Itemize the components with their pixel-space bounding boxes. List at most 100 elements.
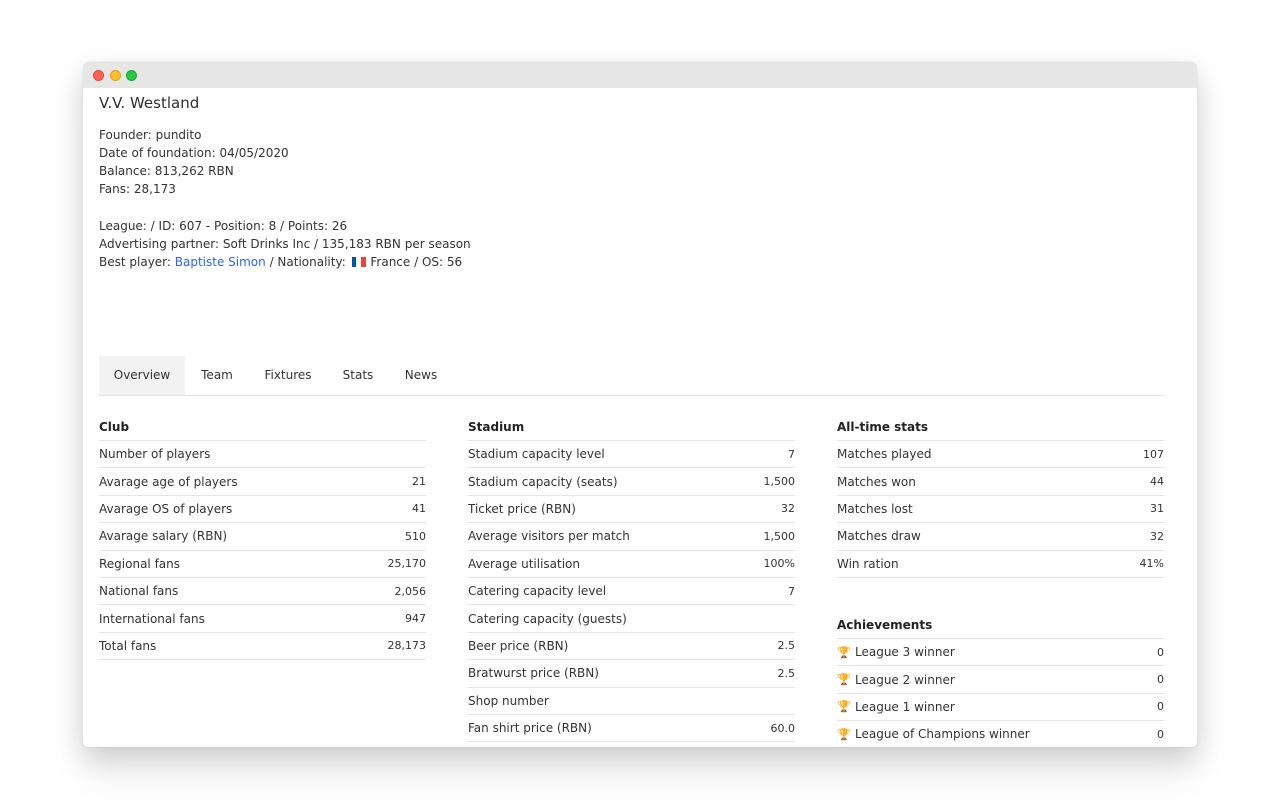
row-value: 41% (1139, 557, 1164, 571)
table-row: Total fans 28,173 (99, 633, 427, 661)
table-row: Matches lost 31 (837, 496, 1164, 524)
row-value: 0 (1157, 645, 1164, 659)
row-label: Matches played (837, 447, 931, 461)
trophy-copper-icon: 🏆 (837, 673, 851, 687)
row-value: 1,500 (763, 529, 796, 543)
row-label-text: National fans (99, 584, 179, 599)
row-label: Average utilisation (468, 557, 580, 571)
table-row: 🏆 League of Champions winner 0 (837, 721, 1164, 747)
founder-text: Founder: pundito (99, 128, 202, 142)
row-value: 60.0 (770, 721, 796, 735)
balance-text: Balance: 813,262 RBN (99, 164, 234, 178)
table-row: International fans 947 (99, 605, 426, 633)
best-player-line: Best player: Baptiste Simon / Nationalit… (99, 253, 462, 271)
row-value: 2,056 (394, 584, 427, 598)
row-value: 32 (1150, 529, 1164, 543)
table-row: Beer price (RBN) 2.5 (468, 633, 795, 661)
row-value: 107 (1143, 447, 1164, 461)
france-flag-icon (351, 257, 366, 267)
tab-team[interactable]: Team (185, 356, 249, 395)
row-label-text: Catering capacity (guests) (468, 611, 627, 626)
tab-stats[interactable]: Stats (327, 356, 389, 395)
row-label: Fan shirt price (RBN) (468, 721, 592, 735)
row-label: Avarage salary (RBN) (99, 529, 227, 543)
row-label-text: Matches lost (837, 501, 913, 516)
row-label: Matches lost (837, 502, 913, 516)
row-label: Win ration (837, 557, 899, 571)
table-row: Fan shirt price (RBN) 60.0 (468, 715, 796, 743)
row-label: International fans (99, 612, 205, 626)
stadium-table-title: Stadium (468, 408, 795, 441)
foundation-date-text: Date of foundation: 04/05/2020 (99, 146, 289, 160)
club-table-title: Club (99, 408, 426, 441)
nationality-os-text: France / OS: 56 (366, 255, 463, 269)
table-row: Avarage age of players 21 (99, 468, 426, 496)
table-row: Ticket price (RBN) 32 (468, 496, 795, 524)
table-row: Matches played 107 (837, 441, 1164, 469)
table-row: Stadium capacity (seats) 1,500 (468, 468, 795, 496)
table-row: 🏆 League 3 winner 0 (837, 639, 1164, 667)
table-row: Average visitors per match 1,500 (468, 523, 796, 551)
row-value: 44 (1150, 475, 1164, 489)
row-value: 0 (1157, 673, 1164, 687)
row-label-text: League of Champions winner (855, 727, 1030, 742)
row-label: 🏆 League of Champions winner (837, 727, 1030, 741)
row-label: Number of players (99, 447, 210, 461)
tab-fixtures[interactable]: Fixtures (249, 356, 327, 395)
row-label-text: Stadium capacity level (468, 447, 605, 462)
row-label-text: Ticket price (RBN) (468, 501, 576, 516)
nationality-label: / Nationality: (265, 255, 350, 269)
best-player-label: Best player: (99, 255, 175, 269)
row-label: Beer price (RBN) (468, 639, 568, 653)
table-row: Win ration 41% (837, 551, 1164, 578)
row-label-text: Matches played (837, 447, 932, 462)
row-value: 28,173 (387, 639, 427, 653)
table-row: Regional fans 25,170 (99, 551, 426, 578)
row-label: Average visitors per match (468, 529, 630, 543)
row-label: Stadium capacity level (468, 447, 605, 461)
row-label-text: Total fans (99, 638, 157, 653)
row-label-text: Shop number (468, 693, 549, 708)
row-label-text: Win ration (837, 556, 899, 571)
close-window-button[interactable] (93, 70, 104, 81)
alltime-stats-table: All-time stats Matches played 107 Matches … (837, 408, 1164, 578)
table-row: Avarage salary (RBN) 510 (99, 523, 426, 551)
trophy-silver-icon: 🏆 (837, 700, 851, 714)
row-value: 31 (1150, 502, 1164, 516)
achievements-table-title: Achievements (837, 606, 1164, 639)
row-value: 0 (1157, 700, 1164, 714)
row-value: 32 (781, 502, 795, 516)
row-value: 21 (412, 475, 426, 489)
row-label: National fans (99, 584, 178, 598)
table-row: Average utilisation 100% (468, 551, 795, 578)
table-row: Number of players (99, 441, 426, 469)
best-player-link[interactable]: Baptiste Simon (175, 255, 266, 269)
row-label-text: Matches won (837, 474, 916, 489)
tab-bar: Overview Team Fixtures Stats News (99, 356, 1164, 396)
row-label: Catering capacity level (468, 584, 606, 598)
table-row: Avarage OS of players 41 (99, 496, 426, 524)
trophy-bronze-icon: 🏆 (837, 645, 851, 659)
tab-news[interactable]: News (389, 356, 453, 395)
table-row: Bratwurst price (RBN) 2.5 (468, 660, 795, 688)
club-name-heading: V.V. Westland (99, 94, 200, 112)
row-label-text: Beer price (RBN) (468, 638, 569, 653)
club-stats-table: Club Number of players Avarage age of pla… (99, 408, 427, 661)
row-label-text: Fan shirt price (RBN) (468, 721, 592, 736)
maximize-window-button[interactable] (126, 70, 137, 81)
row-label: Catering capacity (guests) (468, 612, 627, 626)
row-label-text: Number of players (99, 447, 211, 462)
table-row: Matches won 44 (837, 468, 1164, 496)
window-titlebar (83, 62, 1197, 88)
minimize-window-button[interactable] (110, 70, 121, 81)
row-label-text: Catering capacity level (468, 584, 607, 599)
row-label-text: Avarage salary (RBN) (99, 529, 228, 544)
row-label-text: Average utilisation (468, 556, 580, 571)
table-row: National fans 2,056 (99, 578, 427, 606)
tab-overview[interactable]: Overview (99, 356, 185, 395)
table-row: 🏆 League 1 winner 0 (837, 694, 1164, 722)
row-label-text: Regional fans (99, 556, 181, 571)
row-label: 🏆 League 3 winner (837, 645, 955, 659)
table-row: Shop number (468, 688, 795, 715)
league-info-text: League: / ID: 607 - Position: 8 / Points… (99, 219, 348, 233)
